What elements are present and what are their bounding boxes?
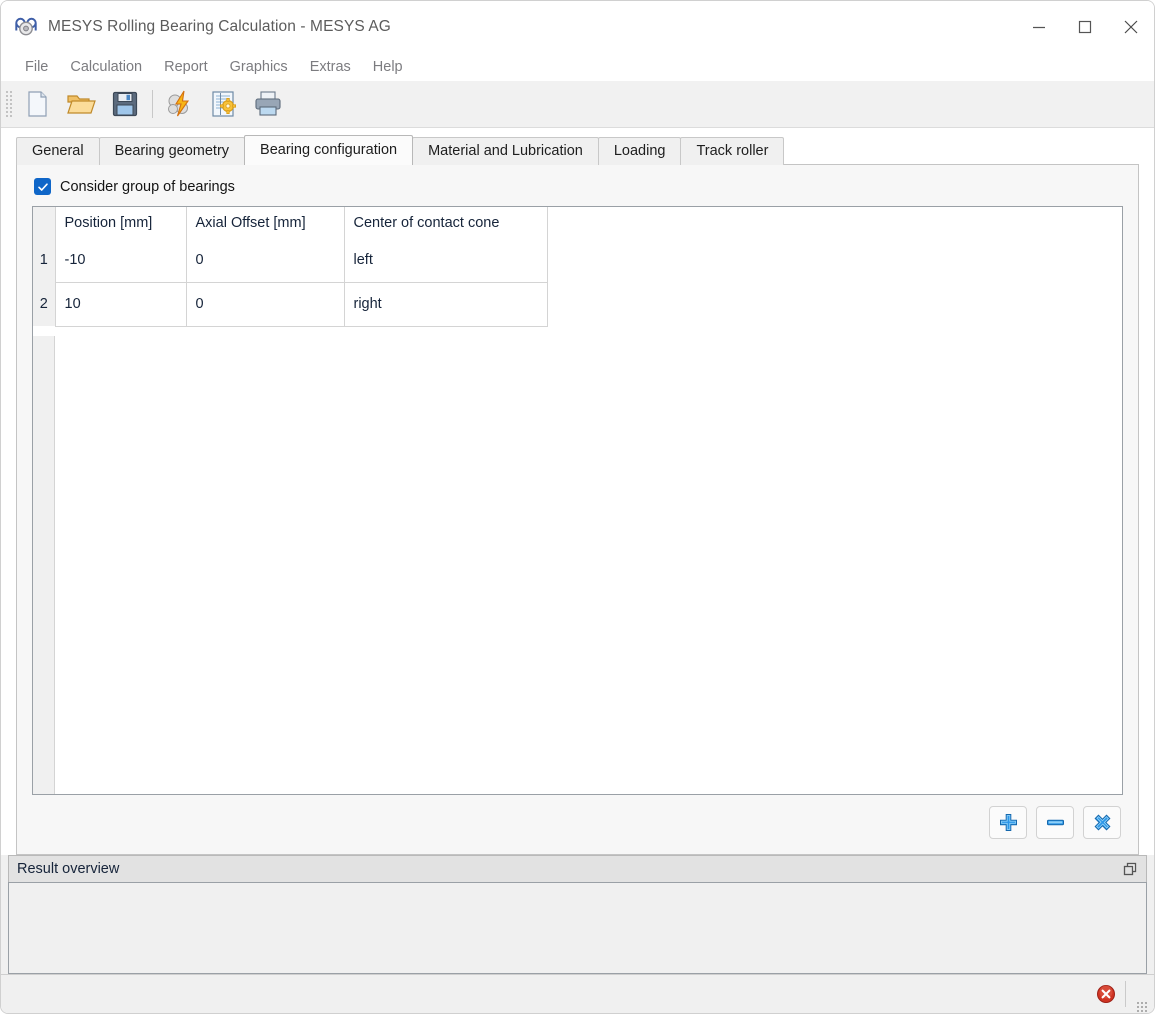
status-bar [1,974,1154,1013]
result-overview-title: Result overview [17,861,1120,877]
row-index[interactable]: 2 [33,282,55,326]
tab-strip: General Bearing geometry Bearing configu… [16,137,1139,165]
toolbar-drag-grip[interactable] [5,90,13,118]
result-overview-dock: Result overview [1,855,1154,974]
cell-center-of-contact-cone[interactable]: right [344,282,547,326]
window-controls [1016,1,1154,53]
cell-axial-offset[interactable]: 0 [186,238,344,282]
toolbar [1,81,1154,128]
cell-axial-offset[interactable]: 0 [186,282,344,326]
remove-row-button[interactable] [1036,806,1074,839]
result-overview-content[interactable] [8,882,1147,974]
column-header-position[interactable]: Position [mm] [55,207,186,238]
open-folder-icon[interactable] [59,84,103,124]
grid-action-buttons [32,795,1123,839]
close-icon[interactable] [1108,1,1154,53]
table-row[interactable]: 1 -10 0 left [33,238,547,282]
application-window: MESYS Rolling Bearing Calculation - MESY… [0,0,1155,1014]
menu-bar: File Calculation Report Graphics Extras … [1,53,1154,81]
tab-bearing-geometry[interactable]: Bearing geometry [99,137,245,165]
column-header-axial-offset[interactable]: Axial Offset [mm] [186,207,344,238]
tab-panel-bearing-configuration: Consider group of bearings Position [mm]… [16,164,1139,855]
maximize-icon[interactable] [1062,1,1108,53]
window-title: MESYS Rolling Bearing Calculation - MESY… [48,18,391,36]
tab-region: General Bearing geometry Bearing configu… [1,128,1154,855]
error-circle-icon[interactable] [1093,981,1119,1007]
row-index[interactable]: 1 [33,238,55,282]
mesys-logo-icon [14,15,38,39]
tab-loading[interactable]: Loading [598,137,682,165]
window-resize-grip[interactable] [1136,1001,1148,1013]
clear-rows-button[interactable] [1083,806,1121,839]
consider-group-of-bearings-row[interactable]: Consider group of bearings [34,178,1123,195]
tab-general[interactable]: General [16,137,100,165]
menu-item-report[interactable]: Report [153,57,219,77]
table-corner-cell [33,207,55,238]
result-overview-header[interactable]: Result overview [8,855,1147,882]
minimize-icon[interactable] [1016,1,1062,53]
menu-item-file[interactable]: File [14,57,59,77]
cross-icon [1093,813,1112,832]
consider-group-of-bearings-checkbox[interactable] [34,178,51,195]
plus-icon [999,813,1018,832]
tab-bearing-configuration[interactable]: Bearing configuration [244,135,413,165]
print-icon[interactable] [246,84,290,124]
consider-group-of-bearings-label: Consider group of bearings [60,179,235,195]
menu-item-help[interactable]: Help [362,57,414,77]
float-window-icon[interactable] [1120,859,1140,879]
save-floppy-icon[interactable] [103,84,147,124]
table-header-row: Position [mm] Axial Offset [mm] Center o… [33,207,547,238]
menu-item-extras[interactable]: Extras [299,57,362,77]
bearing-configuration-table: Position [mm] Axial Offset [mm] Center o… [33,207,548,327]
row-header-filler [33,336,55,794]
column-header-center-of-contact-cone[interactable]: Center of contact cone [344,207,547,238]
bearing-configuration-table-container[interactable]: Position [mm] Axial Offset [mm] Center o… [32,206,1123,795]
cell-position[interactable]: 10 [55,282,186,326]
check-icon [37,181,49,193]
cell-center-of-contact-cone[interactable]: left [344,238,547,282]
minus-icon [1046,813,1065,832]
report-icon[interactable] [202,84,246,124]
toolbar-separator [152,90,153,118]
cell-position[interactable]: -10 [55,238,186,282]
menu-item-graphics[interactable]: Graphics [219,57,299,77]
calculate-icon[interactable] [158,84,202,124]
new-file-icon[interactable] [15,84,59,124]
tab-track-roller[interactable]: Track roller [680,137,784,165]
title-bar: MESYS Rolling Bearing Calculation - MESY… [1,1,1154,53]
table-row[interactable]: 2 10 0 right [33,282,547,326]
add-row-button[interactable] [989,806,1027,839]
status-separator [1125,981,1126,1007]
tab-material-and-lubrication[interactable]: Material and Lubrication [412,137,599,165]
menu-item-calculation[interactable]: Calculation [59,57,153,77]
